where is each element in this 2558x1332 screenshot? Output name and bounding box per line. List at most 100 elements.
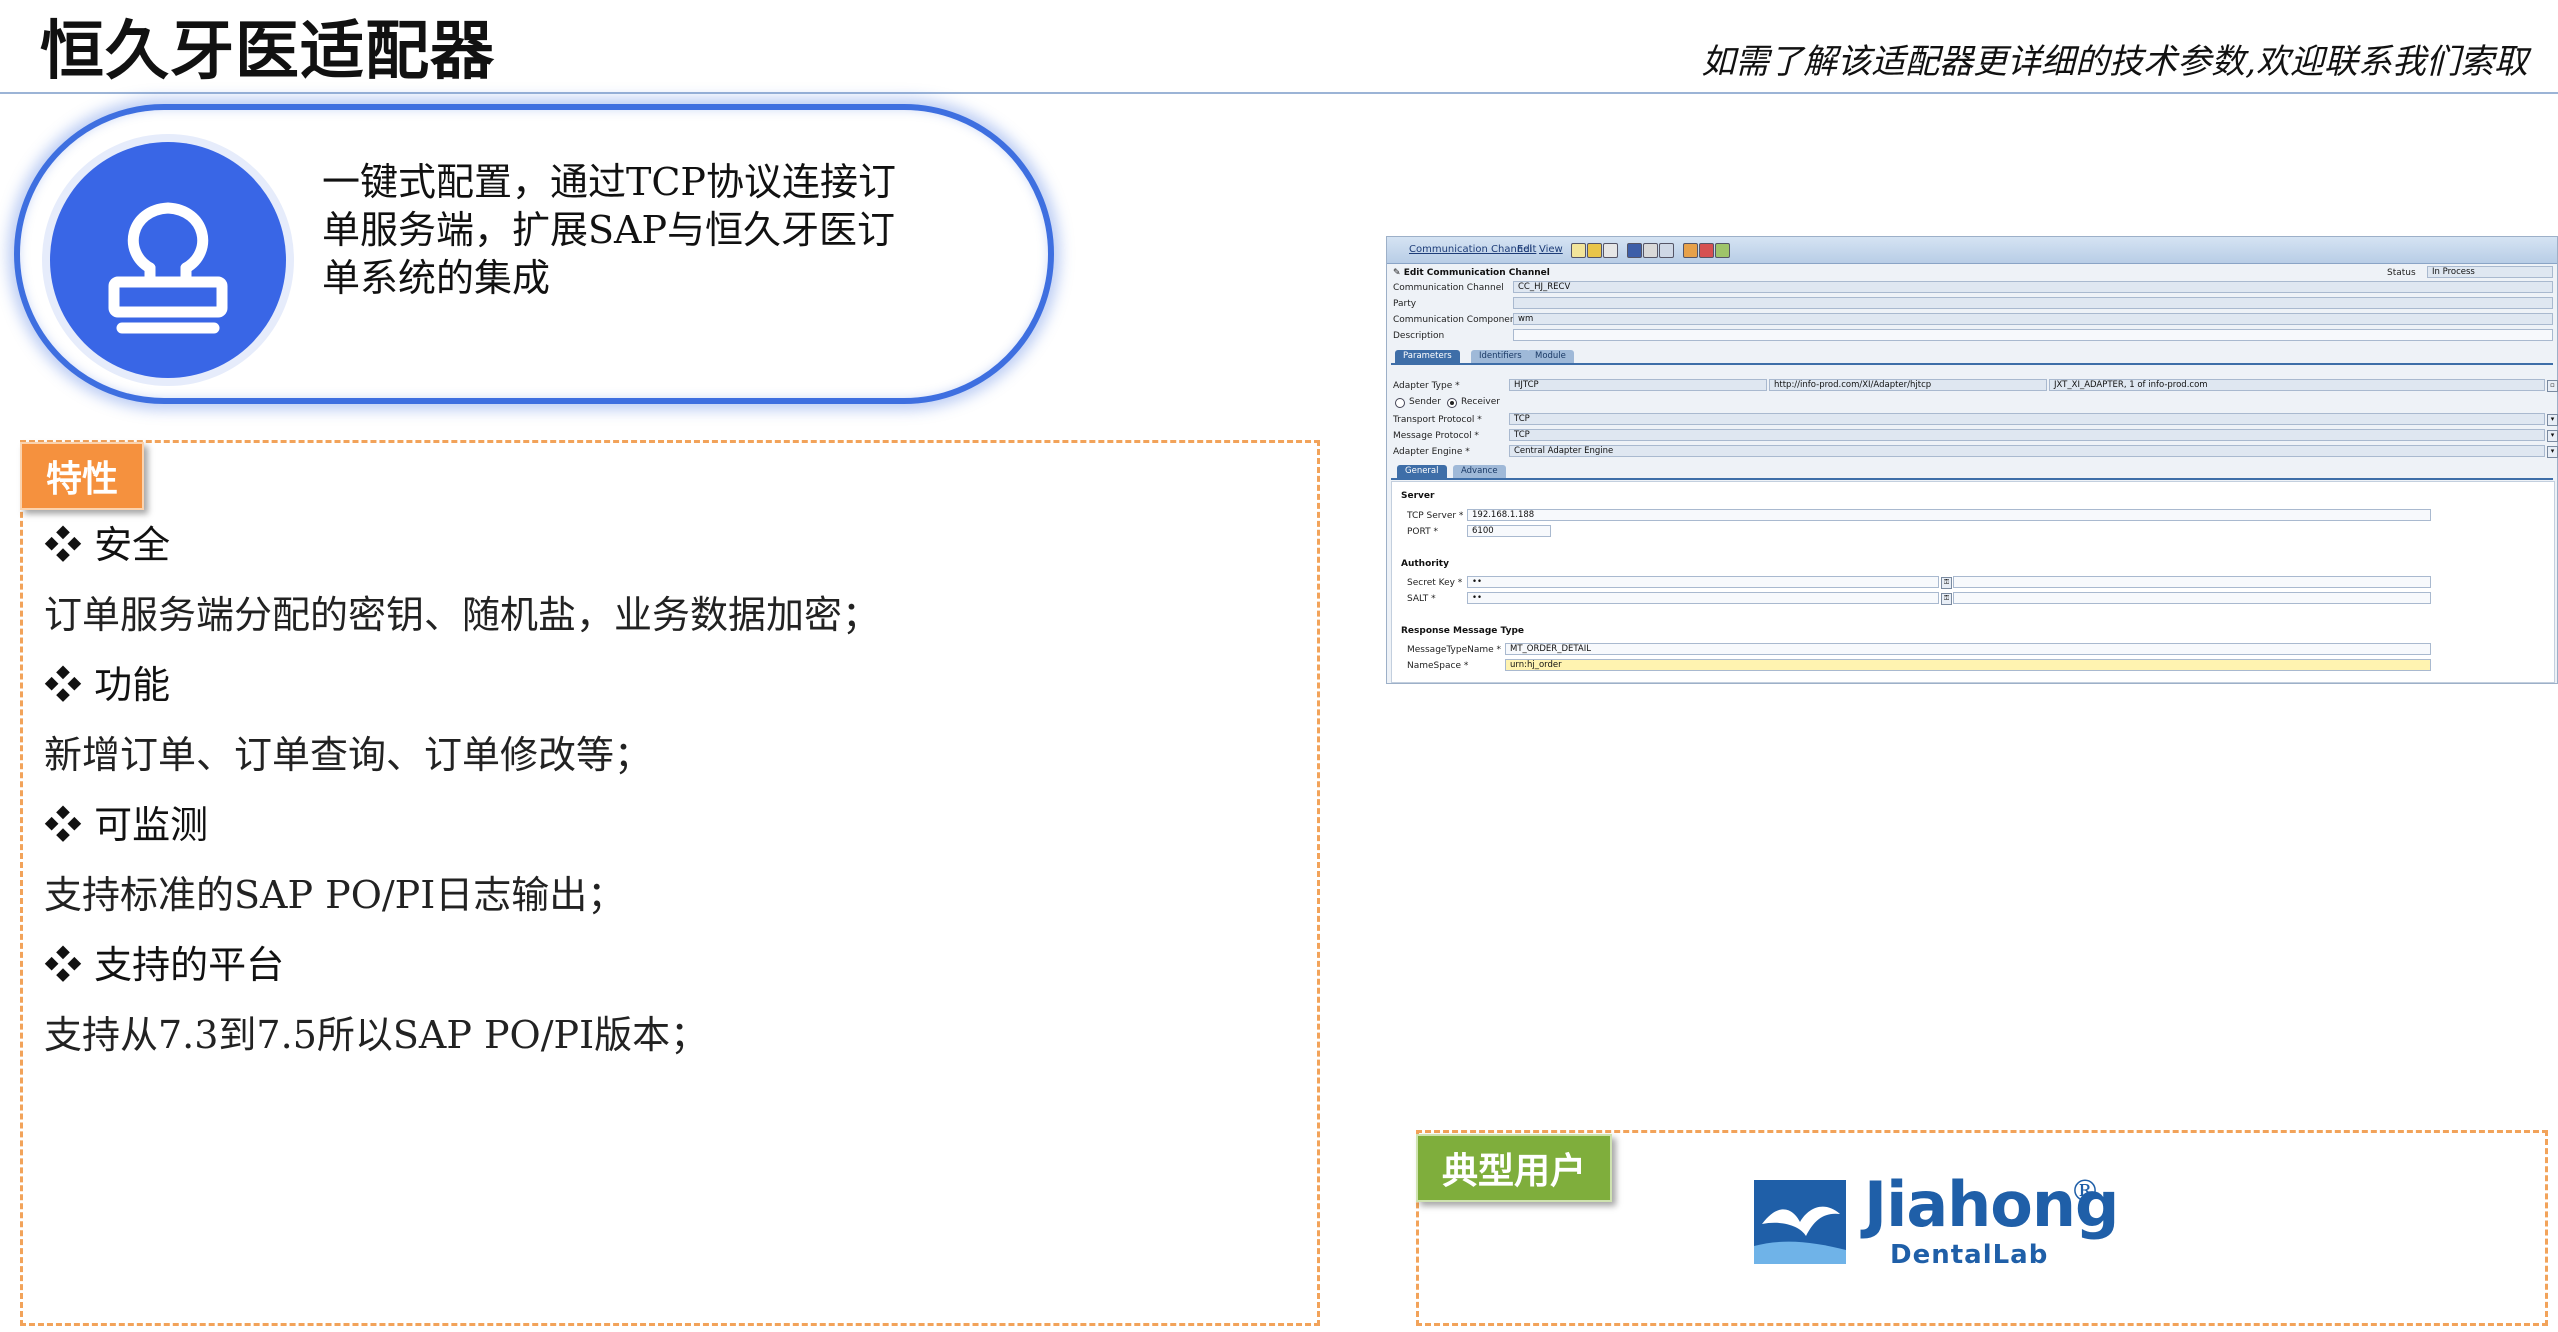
authority-title: Authority <box>1401 559 1449 569</box>
engine-label: Adapter Engine * <box>1393 447 1470 457</box>
adapter-software-field: JXT_XI_ADAPTER, 1 of info-prod.com <box>2049 379 2545 391</box>
tab-general[interactable]: General <box>1397 465 1447 478</box>
typical-users-tag: 典型用户 <box>1416 1134 1613 1202</box>
page-title: 恒久牙医适配器 <box>40 14 495 89</box>
party-label: Party <box>1393 299 1417 309</box>
jiahong-logo-icon <box>1754 1180 1846 1264</box>
server-title: Server <box>1401 491 1435 501</box>
party-field[interactable] <box>1513 297 2553 309</box>
feature-desc-security: 订单服务端分配的密钥、随机盐，业务数据加密； <box>44 593 881 637</box>
secret-key-label: Secret Key * <box>1407 578 1463 588</box>
tab-parameters[interactable]: Parameters <box>1395 350 1460 363</box>
status-value: In Process <box>2427 266 2553 278</box>
registered-mark: ® <box>2070 1174 2100 1209</box>
value-help-icon[interactable]: ▫ <box>2547 380 2558 392</box>
edit-icon[interactable] <box>1571 243 1586 258</box>
component-label: Communication Component <box>1393 315 1520 325</box>
features-tag: 特性 <box>20 442 145 510</box>
msgtype-label: MessageTypeName * <box>1407 645 1502 655</box>
menu-edit[interactable]: Edit <box>1517 244 1536 255</box>
wrench-icon: ✎ <box>1393 268 1404 278</box>
intro-line: 单服务端，扩展SAP与恒久牙医订 <box>322 208 896 252</box>
key-icon[interactable]: ⚿ <box>1941 577 1952 589</box>
msgtype-field[interactable]: MT_ORDER_DETAIL <box>1505 643 2431 655</box>
chevron-down-icon[interactable]: ▾ <box>2547 446 2558 458</box>
form-title: ✎ Edit Communication Channel <box>1393 268 1550 278</box>
feature-heading-label: 可监测 <box>94 803 209 847</box>
secret-key-confirm-field[interactable] <box>1953 576 2431 588</box>
port-field[interactable]: 6100 <box>1467 525 1551 537</box>
adapter-namespace-field: http://info-prod.com/XI/Adapter/hjtcp <box>1769 379 2047 391</box>
subtab-underline <box>1391 478 2553 480</box>
adapter-type-field[interactable]: HJTCP <box>1509 379 1767 391</box>
salt-field[interactable]: •• <box>1467 592 1939 604</box>
header-divider <box>0 92 2558 94</box>
engine-field[interactable]: Central Adapter Engine <box>1509 445 2545 457</box>
receiver-radio[interactable] <box>1447 398 1457 408</box>
intro-description: 一键式配置，通过TCP协议连接订 单服务端，扩展SAP与恒久牙医订 单系统的集成 <box>322 158 942 302</box>
adapter-type-label: Adapter Type * <box>1393 381 1460 391</box>
chevron-down-icon[interactable]: ▾ <box>2547 414 2558 426</box>
sender-radio[interactable] <box>1395 398 1405 408</box>
key-icon[interactable]: ⚿ <box>1941 593 1952 605</box>
diamond-bullet-icon: ❖ <box>44 803 83 847</box>
info-icon[interactable] <box>1627 243 1642 258</box>
status-label: Status <box>2387 268 2416 278</box>
message-label: Message Protocol * <box>1393 431 1479 441</box>
tcp-server-field[interactable]: 192.168.1.188 <box>1467 509 2431 521</box>
feature-desc-monitoring: 支持标准的SAP PO/PI日志输出； <box>44 873 626 917</box>
namespace-label: NameSpace * <box>1407 661 1469 671</box>
save-icon[interactable] <box>1587 243 1602 258</box>
param-tabs: Parameters Identifiers Module <box>1395 350 2555 364</box>
compare-icon[interactable] <box>1659 243 1674 258</box>
history-icon[interactable] <box>1683 243 1698 258</box>
message-field[interactable]: TCP <box>1509 429 2545 441</box>
menu-view[interactable]: View <box>1539 244 1563 255</box>
intro-line: 单系统的集成 <box>322 256 551 300</box>
diamond-bullet-icon: ❖ <box>44 943 83 987</box>
contact-tagline: 如需了解该适配器更详细的技术参数,欢迎联系我们索取 <box>1701 42 2528 82</box>
form-title-text: Edit Communication Channel <box>1403 268 1550 278</box>
salt-confirm-field[interactable] <box>1953 592 2431 604</box>
description-label: Description <box>1393 331 1445 341</box>
feature-heading-function: ❖ 功能 <box>44 654 170 709</box>
secret-key-field[interactable]: •• <box>1467 576 1939 588</box>
intro-line: 一键式配置，通过TCP协议连接订 <box>322 160 896 204</box>
feature-heading-monitoring: ❖ 可监测 <box>44 794 208 849</box>
diamond-bullet-icon: ❖ <box>44 523 83 567</box>
feature-desc-platform: 支持从7.3到7.5所以SAP PO/PI版本； <box>44 1013 709 1057</box>
sender-label: Sender <box>1409 397 1441 407</box>
feature-heading-label: 功能 <box>94 663 171 707</box>
sub-tabs: General Advance <box>1397 465 2557 479</box>
component-field[interactable]: wm <box>1513 313 2553 325</box>
delete-icon[interactable] <box>1699 243 1714 258</box>
channel-field[interactable]: CC_HJ_RECV <box>1513 281 2553 293</box>
feature-heading-platform: ❖ 支持的平台 <box>44 934 284 989</box>
namespace-field[interactable]: urn:hj_order <box>1505 659 2431 671</box>
stamp-icon <box>108 202 228 334</box>
transport-field[interactable]: TCP <box>1509 413 2545 425</box>
diamond-bullet-icon: ❖ <box>44 663 83 707</box>
sap-config-screenshot: Communication Channel Edit View ✎ Edit C… <box>1386 236 2558 684</box>
tab-advance[interactable]: Advance <box>1453 465 1506 478</box>
print-icon[interactable] <box>1643 243 1658 258</box>
check-icon[interactable] <box>1715 243 1730 258</box>
feature-heading-security: ❖ 安全 <box>44 514 170 569</box>
jiahong-logo-sub: DentalLab <box>1890 1240 2049 1270</box>
chevron-down-icon[interactable]: ▾ <box>2547 430 2558 442</box>
salt-label: SALT * <box>1407 594 1436 604</box>
feature-desc-function: 新增订单、订单查询、订单修改等； <box>44 733 653 777</box>
receiver-label: Receiver <box>1461 397 1500 407</box>
transport-label: Transport Protocol * <box>1393 415 1482 425</box>
port-label: PORT * <box>1407 527 1438 537</box>
tab-identifiers[interactable]: Identifiers <box>1471 350 1530 363</box>
channel-label: Communication Channel <box>1393 283 1504 293</box>
description-field[interactable] <box>1513 329 2553 341</box>
feature-heading-label: 安全 <box>94 523 171 567</box>
copy-icon[interactable] <box>1603 243 1618 258</box>
tab-module[interactable]: Module <box>1527 350 1574 363</box>
response-title: Response Message Type <box>1401 626 1525 636</box>
sap-menubar: Communication Channel Edit View <box>1387 237 2557 264</box>
menu-communication-channel[interactable]: Communication Channel <box>1409 244 1532 255</box>
tcp-server-label: TCP Server * <box>1407 511 1464 521</box>
